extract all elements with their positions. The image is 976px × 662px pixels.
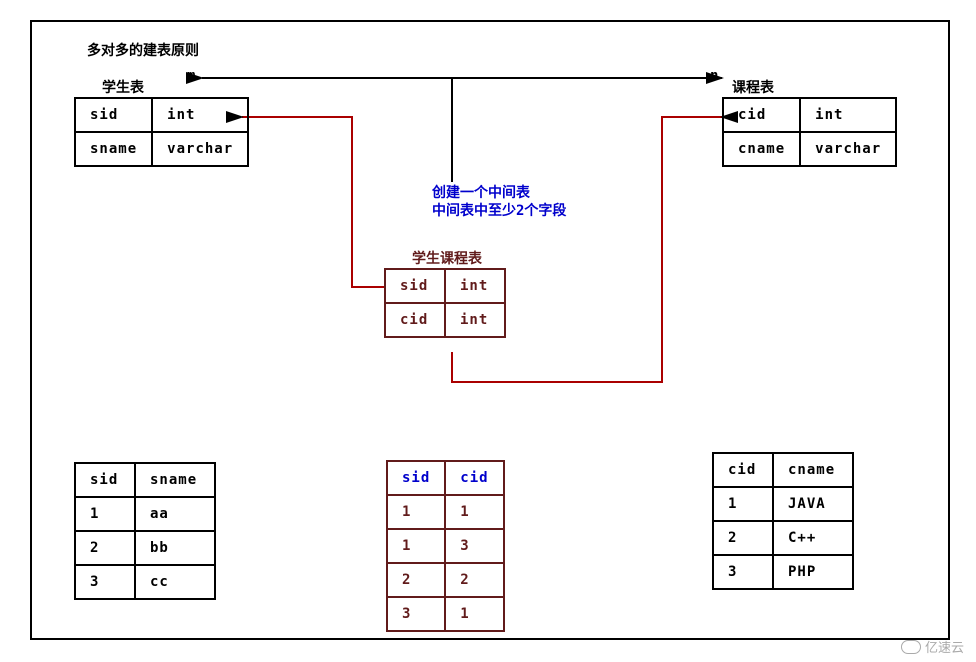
course-schema-type: varchar [800,132,896,166]
table-cell: PHP [773,555,853,589]
table-cell: 1 [75,497,135,531]
table-cell: 2 [445,563,503,597]
student-schema-type: int [152,98,248,132]
course-schema-type: int [800,98,896,132]
student-schema-type: varchar [152,132,248,166]
table-cell: 3 [713,555,773,589]
course-data-header: cname [773,453,853,487]
table-cell: 1 [445,495,503,529]
label-join-table: 学生课程表 [412,248,482,268]
table-cell: 1 [387,529,445,563]
table-cell: aa [135,497,215,531]
course-schema-table: cid int cname varchar [722,97,897,167]
label-n: n [710,68,718,84]
page-title: 多对多的建表原则 [87,40,199,60]
join-schema-table: sid int cid int [384,268,506,338]
course-schema-col: cid [723,98,800,132]
course-data-header: cid [713,453,773,487]
table-cell: bb [135,531,215,565]
table-cell: 3 [75,565,135,599]
table-cell: 3 [445,529,503,563]
table-cell: 3 [387,597,445,631]
annotation-line2: 中间表中至少2个字段 [432,200,566,220]
annotation-line1: 创建一个中间表 [432,182,530,202]
table-cell: 1 [445,597,503,631]
join-data-header: sid [387,461,445,495]
table-cell: C++ [773,521,853,555]
join-schema-type: int [445,303,505,337]
table-cell: JAVA [773,487,853,521]
watermark: 亿速云 [901,637,964,656]
join-schema-col: cid [385,303,445,337]
diagram-frame: 多对多的建表原则 m n 学生表 sid int sname varchar 课… [30,20,950,640]
join-schema-col: sid [385,269,445,303]
join-schema-type: int [445,269,505,303]
table-cell: 1 [713,487,773,521]
student-schema-col: sid [75,98,152,132]
cloud-icon [901,640,921,654]
table-cell: 1 [387,495,445,529]
label-student-table: 学生表 [102,77,144,97]
table-cell: cc [135,565,215,599]
table-cell: 2 [75,531,135,565]
course-schema-col: cname [723,132,800,166]
student-data-header: sid [75,463,135,497]
join-data-header: cid [445,461,503,495]
table-cell: 2 [387,563,445,597]
join-data-table: sid cid 11 13 22 31 [386,460,505,632]
table-cell: 2 [713,521,773,555]
course-data-table: cid cname 1JAVA 2C++ 3PHP [712,452,854,590]
watermark-text: 亿速云 [925,637,964,656]
student-schema-col: sname [75,132,152,166]
label-m: m [187,68,195,84]
label-course-table: 课程表 [732,77,774,97]
student-schema-table: sid int sname varchar [74,97,249,167]
student-data-header: sname [135,463,215,497]
student-data-table: sid sname 1aa 2bb 3cc [74,462,216,600]
